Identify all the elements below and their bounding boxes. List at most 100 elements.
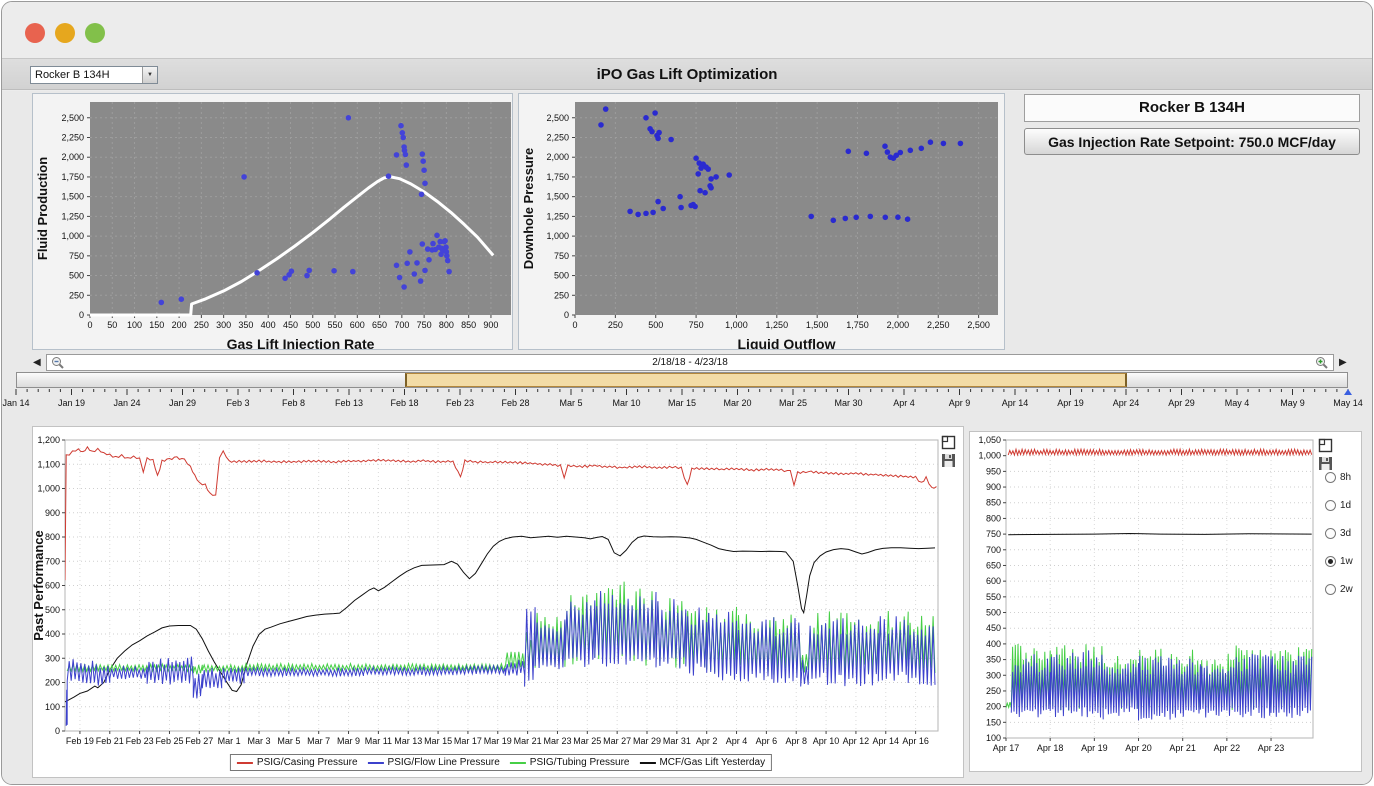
svg-text:Apr 14: Apr 14 (1002, 398, 1029, 408)
interval-radio-3d[interactable]: 3d (1325, 528, 1351, 539)
svg-text:300: 300 (216, 320, 231, 330)
svg-text:Apr 2: Apr 2 (696, 736, 718, 746)
timeline-slider-track[interactable] (16, 372, 1348, 388)
svg-text:Apr 21: Apr 21 (1169, 743, 1196, 753)
svg-text:1,100: 1,100 (37, 459, 60, 469)
svg-text:400: 400 (986, 639, 1001, 649)
svg-text:Apr 4: Apr 4 (893, 398, 915, 408)
svg-text:Apr 17: Apr 17 (993, 743, 1020, 753)
legend-item: PSIG/Flow Line Pressure (368, 757, 500, 768)
svg-text:Apr 16: Apr 16 (902, 736, 929, 746)
timeline-header: ◀ 2/18/18 - 4/23/18 ▶ (2, 354, 1373, 372)
svg-text:100: 100 (45, 702, 60, 712)
svg-text:Mar 25: Mar 25 (573, 736, 601, 746)
svg-text:550: 550 (328, 320, 343, 330)
svg-text:Mar 5: Mar 5 (277, 736, 300, 746)
interval-radio-8h[interactable]: 8h (1325, 472, 1351, 483)
svg-text:Gas Lift Injection Rate: Gas Lift Injection Rate (227, 336, 375, 349)
svg-text:500: 500 (69, 271, 84, 281)
legend-label: PSIG/Flow Line Pressure (388, 757, 500, 768)
svg-text:500: 500 (986, 608, 1001, 618)
gas-lift-scatter-panel: 0501001502002503003504004505005506006507… (32, 93, 513, 350)
svg-text:Apr 14: Apr 14 (873, 736, 900, 746)
svg-text:850: 850 (461, 320, 476, 330)
svg-text:700: 700 (986, 545, 1001, 555)
svg-text:Apr 19: Apr 19 (1081, 743, 1108, 753)
svg-text:750: 750 (554, 251, 569, 261)
svg-text:1,250: 1,250 (546, 211, 569, 221)
svg-text:Liquid Outflow: Liquid Outflow (738, 336, 836, 349)
gas-injection-setpoint-button[interactable]: Gas Injection Rate Setpoint: 750.0 MCF/d… (1024, 128, 1360, 155)
svg-text:Past Performance: Past Performance (33, 530, 46, 641)
popout-icon[interactable] (941, 435, 956, 450)
svg-text:800: 800 (45, 532, 60, 542)
legend-item: PSIG/Casing Pressure (237, 757, 358, 768)
close-button[interactable] (25, 23, 45, 43)
app-window: iPO Gas Lift Optimization Rocker B 134H … (1, 1, 1373, 785)
svg-text:Mar 13: Mar 13 (394, 736, 422, 746)
radio-icon (1325, 528, 1336, 539)
svg-text:0: 0 (55, 726, 60, 736)
svg-text:600: 600 (45, 581, 60, 591)
svg-text:500: 500 (305, 320, 320, 330)
svg-text:600: 600 (986, 576, 1001, 586)
svg-text:1,000: 1,000 (546, 231, 569, 241)
svg-text:400: 400 (45, 629, 60, 639)
well-selector-dropdown[interactable]: Rocker B 134H ▼ (30, 66, 158, 84)
interval-radio-2w[interactable]: 2w (1325, 584, 1353, 595)
svg-text:250: 250 (69, 290, 84, 300)
radio-icon (1325, 556, 1336, 567)
svg-text:2,000: 2,000 (61, 152, 84, 162)
timeline-scroll-right-button[interactable]: ▶ (1339, 356, 1347, 370)
interval-radio-1d[interactable]: 1d (1325, 500, 1351, 511)
svg-text:Mar 27: Mar 27 (603, 736, 631, 746)
svg-text:Mar 21: Mar 21 (514, 736, 542, 746)
svg-text:Feb 23: Feb 23 (126, 736, 154, 746)
zoom-in-icon[interactable] (1315, 356, 1329, 370)
svg-text:Jan 14: Jan 14 (2, 398, 29, 408)
minimize-button[interactable] (55, 23, 75, 43)
popout-icon[interactable] (1318, 438, 1333, 453)
legend-swatch-casing (237, 762, 253, 764)
maximize-button[interactable] (85, 23, 105, 43)
radio-icon (1325, 584, 1336, 595)
svg-text:Mar 3: Mar 3 (247, 736, 270, 746)
svg-text:Feb 19: Feb 19 (66, 736, 94, 746)
recent-performance-chart: 1001502002503003504004505005506006507007… (970, 432, 1361, 771)
well-selector-value: Rocker B 134H (31, 67, 142, 83)
svg-text:Feb 23: Feb 23 (446, 398, 474, 408)
svg-text:Apr 18: Apr 18 (1037, 743, 1064, 753)
svg-text:2,250: 2,250 (927, 320, 950, 330)
svg-text:250: 250 (986, 686, 1001, 696)
save-icon[interactable] (1318, 456, 1333, 471)
svg-text:Apr 10: Apr 10 (813, 736, 840, 746)
svg-text:Mar 19: Mar 19 (484, 736, 512, 746)
past-performance-panel: 01002003004005006007008009001,0001,1001,… (32, 426, 964, 778)
svg-text:750: 750 (69, 251, 84, 261)
svg-text:100: 100 (127, 320, 142, 330)
svg-text:Apr 24: Apr 24 (1113, 398, 1140, 408)
svg-text:Jan 19: Jan 19 (58, 398, 85, 408)
svg-text:Apr 8: Apr 8 (785, 736, 807, 746)
svg-text:700: 700 (45, 556, 60, 566)
svg-text:750: 750 (417, 320, 432, 330)
svg-text:Mar 29: Mar 29 (633, 736, 661, 746)
save-icon[interactable] (941, 453, 956, 468)
interval-radio-1w[interactable]: 1w (1325, 556, 1353, 567)
legend-label: PSIG/Casing Pressure (257, 757, 358, 768)
svg-text:2,000: 2,000 (546, 152, 569, 162)
svg-text:500: 500 (648, 320, 663, 330)
svg-text:Jan 24: Jan 24 (113, 398, 140, 408)
toolbar: iPO Gas Lift Optimization Rocker B 134H … (2, 58, 1372, 90)
svg-text:750: 750 (689, 320, 704, 330)
timeline-selection-range[interactable] (405, 373, 1127, 387)
recent-performance-panel: 1001502002503003504004505005506006507007… (969, 431, 1362, 772)
legend-label: MCF/Gas Lift Yesterday (659, 757, 765, 768)
radio-icon (1325, 500, 1336, 511)
downhole-scatter-chart: 02505007501,0001,2501,5001,7502,0002,250… (519, 94, 1004, 349)
timeline-scroll-left-button[interactable]: ◀ (33, 356, 41, 370)
main-content: 0501001502002503003504004505005506006507… (2, 91, 1372, 784)
svg-text:Apr 29: Apr 29 (1168, 398, 1195, 408)
svg-text:2,500: 2,500 (967, 320, 990, 330)
zoom-out-icon[interactable] (51, 356, 65, 370)
